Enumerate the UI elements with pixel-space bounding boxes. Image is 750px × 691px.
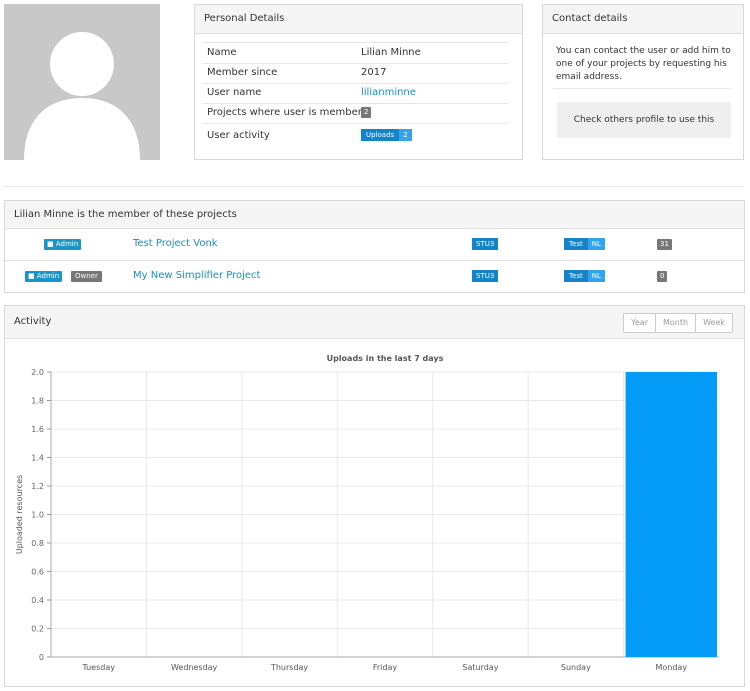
project-row: ■ Admin Test Project Vonk STU3 Test NL 31 bbox=[5, 229, 744, 261]
uploads-label: Uploads bbox=[361, 129, 400, 141]
x-tick-label: Saturday bbox=[462, 663, 498, 672]
y-tick-label: 1.6 bbox=[31, 425, 44, 434]
user-icon: ■ bbox=[28, 272, 35, 280]
resource-count-badge: 0 bbox=[657, 271, 668, 282]
user-silhouette-icon bbox=[24, 32, 140, 160]
y-tick-label: 0.2 bbox=[31, 625, 44, 634]
contact-text: You can contact the user or add him to o… bbox=[556, 46, 731, 82]
detail-value: Lilian Minne bbox=[361, 47, 421, 58]
uploads-badge[interactable]: Uploads 2 bbox=[361, 123, 412, 149]
project-name-link[interactable]: My New Simplifier Project bbox=[133, 270, 260, 281]
projects-title: Lilian Minne is the member of these proj… bbox=[5, 201, 744, 229]
chart-title: Uploads in the last 7 days bbox=[327, 354, 444, 363]
uploads-count: 2 bbox=[399, 129, 412, 141]
admin-label: ■ Admin bbox=[44, 239, 82, 250]
activity-panel: Activity Year Month Week Uploads in the … bbox=[4, 305, 745, 687]
environment-badge: Test NL bbox=[564, 270, 605, 282]
detail-key: Projects where user is member bbox=[207, 107, 362, 118]
x-tick-label: Thursday bbox=[270, 663, 308, 672]
admin-label: ■ Admin bbox=[25, 271, 63, 282]
section-divider bbox=[4, 186, 744, 187]
y-tick-label: 1.4 bbox=[31, 454, 44, 463]
username-link[interactable]: lilianminne bbox=[361, 83, 416, 103]
x-tick-label: Sunday bbox=[561, 663, 591, 672]
detail-row-activity: User activity Uploads 2 bbox=[203, 123, 508, 149]
environment-badge: Test NL bbox=[564, 238, 605, 250]
y-tick-label: 0 bbox=[39, 653, 44, 662]
personal-details-title: Personal Details bbox=[195, 5, 522, 34]
contact-details-panel: Contact details You can contact the user… bbox=[542, 4, 744, 160]
range-selector: Year Month Week bbox=[623, 313, 733, 333]
x-tick-label: Wednesday bbox=[171, 663, 218, 672]
uploads-chart: Uploads in the last 7 days 0 0.2 0.4 0.6 0.8 1… bbox=[15, 354, 720, 672]
y-tick-label: 0.4 bbox=[31, 596, 44, 605]
x-tick-label: Monday bbox=[655, 663, 687, 672]
y-tick-label: 2.0 bbox=[31, 368, 44, 377]
detail-value: 2017 bbox=[361, 67, 387, 78]
owner-label: Owner bbox=[71, 271, 102, 282]
y-tick-label: 0.6 bbox=[31, 568, 44, 577]
detail-row-username: User name lilianminne bbox=[203, 83, 508, 104]
resource-count-badge: 31 bbox=[657, 239, 672, 250]
range-year-button[interactable]: Year bbox=[624, 314, 656, 332]
project-row: ■ Admin Owner My New Simplifier Project … bbox=[5, 261, 744, 292]
detail-row-projects: Projects where user is member 2 bbox=[203, 103, 508, 124]
y-tick-label: 0.8 bbox=[31, 539, 44, 548]
y-tick-label: 1.2 bbox=[31, 482, 44, 491]
y-axis-label: Uploaded resources bbox=[15, 475, 24, 554]
detail-row-name: Name Lilian Minne bbox=[203, 43, 508, 64]
personal-details-panel: Personal Details Name Lilian Minne Membe… bbox=[194, 4, 523, 160]
projects-count-badge: 2 bbox=[361, 106, 372, 118]
x-tick-label: Tuesday bbox=[81, 663, 115, 672]
y-tick-label: 1.8 bbox=[31, 397, 44, 406]
check-profile-button[interactable]: Check others profile to use this bbox=[557, 102, 731, 138]
detail-key: User name bbox=[207, 87, 262, 98]
detail-key: User activity bbox=[207, 130, 270, 141]
range-week-button[interactable]: Week bbox=[696, 314, 732, 332]
detail-key: Name bbox=[207, 47, 237, 58]
detail-row-member-since: Member since 2017 bbox=[203, 63, 508, 84]
user-avatar bbox=[4, 4, 160, 160]
projects-panel: Lilian Minne is the member of these proj… bbox=[4, 200, 745, 293]
fhir-version-badge: STU3 bbox=[472, 270, 499, 282]
y-tick-label: 1.0 bbox=[31, 511, 44, 520]
range-month-button[interactable]: Month bbox=[656, 314, 697, 332]
x-tick-label: Friday bbox=[373, 663, 398, 672]
project-name-link[interactable]: Test Project Vonk bbox=[133, 238, 218, 249]
user-icon: ■ bbox=[47, 240, 54, 248]
detail-key: Member since bbox=[207, 67, 278, 78]
contact-details-title: Contact details bbox=[543, 5, 743, 34]
bar-monday bbox=[625, 372, 717, 657]
fhir-version-badge: STU3 bbox=[472, 238, 499, 250]
